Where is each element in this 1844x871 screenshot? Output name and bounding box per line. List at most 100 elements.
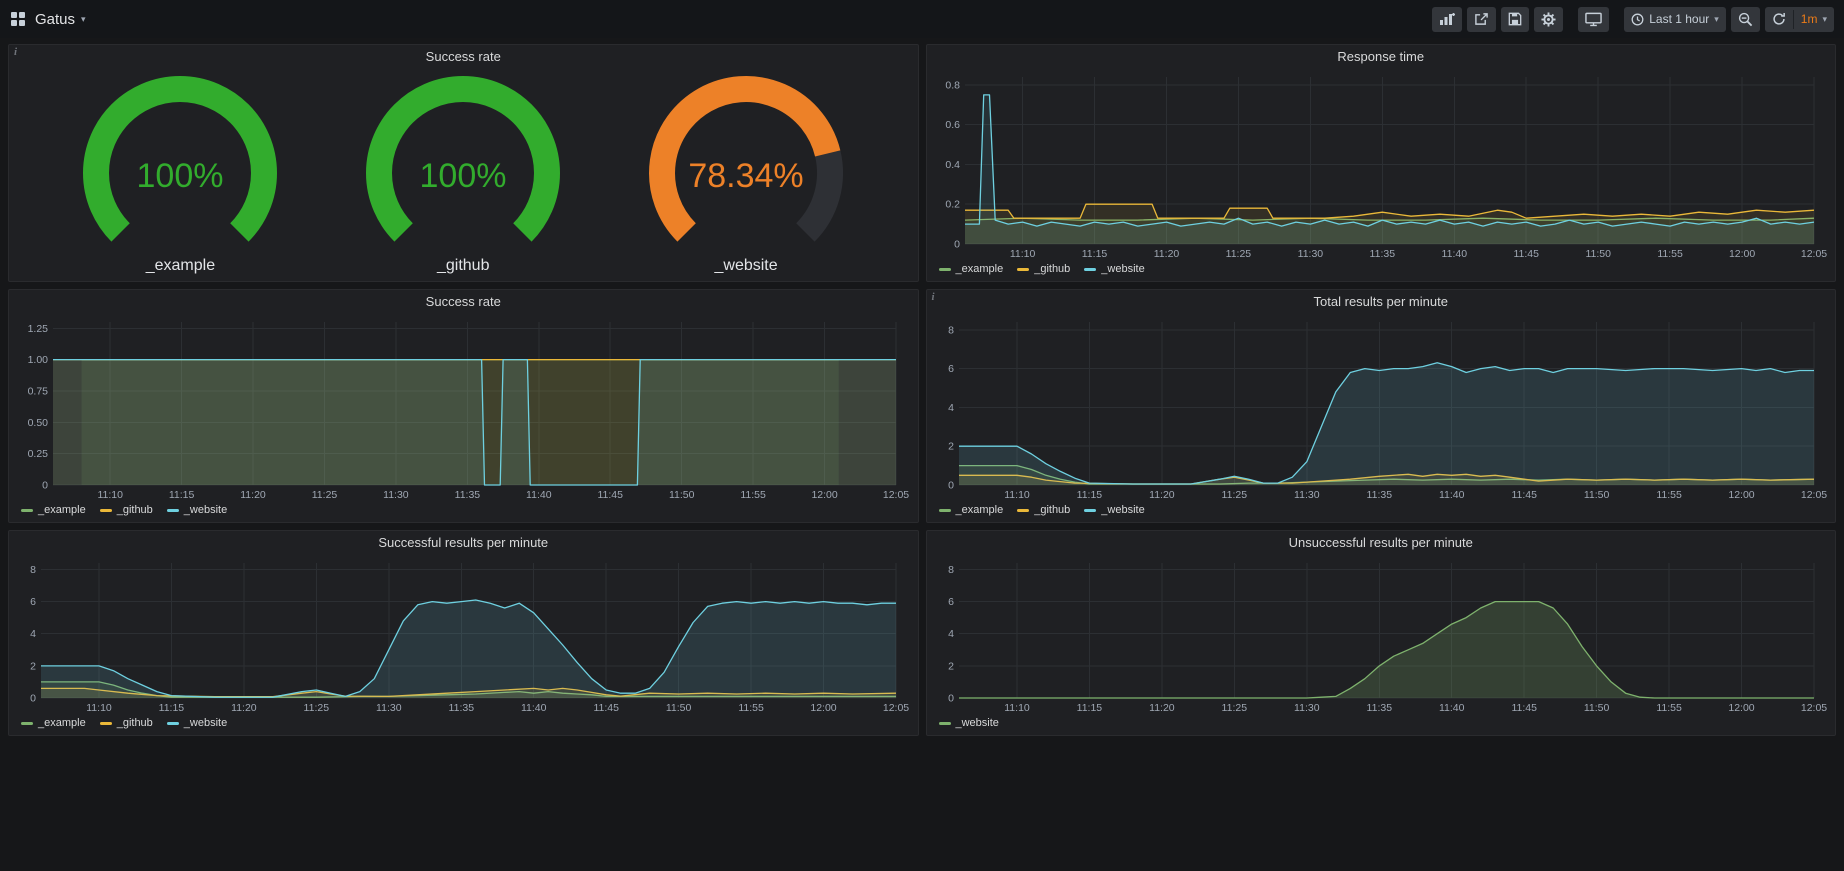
legend-series-swatch — [100, 509, 112, 512]
save-dashboard-button[interactable] — [1501, 7, 1529, 32]
save-icon — [1508, 12, 1522, 26]
svg-text:100%: 100% — [420, 157, 507, 195]
panel-title[interactable]: Successful results per minute — [9, 531, 918, 555]
gauge-github: 100% _github — [343, 75, 583, 275]
legend-item-github[interactable]: _github — [100, 504, 153, 516]
legend-item-github[interactable]: _github — [100, 717, 153, 729]
legend-item-example[interactable]: _example — [21, 717, 86, 729]
panel-response-time: Response time 11:1011:1511:2011:2511:301… — [926, 44, 1837, 282]
svg-text:8: 8 — [948, 324, 954, 336]
legend-item-github[interactable]: _github — [1017, 263, 1070, 275]
legend-series-swatch — [939, 509, 951, 512]
svg-text:11:55: 11:55 — [740, 489, 766, 501]
add-panel-button[interactable] — [1432, 7, 1462, 32]
svg-text:0.25: 0.25 — [28, 448, 49, 460]
legend-item-github[interactable]: _github — [1017, 504, 1070, 516]
svg-text:11:30: 11:30 — [383, 489, 409, 501]
svg-text:11:40: 11:40 — [526, 489, 552, 501]
time-range-picker[interactable]: Last 1 hour ▾ — [1624, 7, 1726, 32]
svg-text:11:50: 11:50 — [1583, 702, 1609, 714]
total-results-chart[interactable]: 11:1011:1511:2011:2511:3011:3511:4011:45… — [933, 314, 1830, 502]
panel-info-icon[interactable]: i — [932, 291, 935, 303]
svg-text:6: 6 — [948, 596, 954, 608]
cycle-view-mode-button[interactable] — [1578, 7, 1609, 32]
panel-title[interactable]: Success rate — [9, 45, 918, 69]
legend-item-website[interactable]: _website — [939, 717, 999, 729]
dashboard-title-dropdown[interactable]: Gatus ▾ — [35, 11, 86, 28]
svg-text:0: 0 — [948, 693, 954, 705]
svg-text:0.6: 0.6 — [945, 119, 960, 131]
gear-icon — [1541, 12, 1556, 27]
svg-text:11:20: 11:20 — [1149, 702, 1175, 714]
legend-item-website[interactable]: _website — [1084, 263, 1144, 275]
panel-title[interactable]: Unsuccessful results per minute — [927, 531, 1836, 555]
legend-series-label: _github — [117, 504, 153, 516]
dashboard-settings-button[interactable] — [1534, 7, 1563, 32]
svg-text:0: 0 — [954, 239, 960, 251]
gauge-example: 100% _example — [60, 75, 300, 275]
zoom-out-icon — [1738, 12, 1753, 27]
chart-legend: _website — [927, 715, 1836, 735]
share-dashboard-button[interactable] — [1467, 7, 1496, 32]
legend-item-example[interactable]: _example — [21, 504, 86, 516]
unsuccessful-results-chart[interactable]: 11:1011:1511:2011:2511:3011:3511:4011:45… — [933, 555, 1830, 715]
legend-item-website[interactable]: _website — [167, 504, 227, 516]
svg-text:11:10: 11:10 — [86, 702, 112, 714]
legend-series-swatch — [167, 509, 179, 512]
legend-series-swatch — [1017, 509, 1029, 512]
monitor-icon — [1585, 12, 1602, 27]
chart-svg: 11:1011:1511:2011:2511:3011:3511:4011:45… — [933, 555, 1830, 715]
svg-text:11:55: 11:55 — [738, 702, 764, 714]
svg-text:12:05: 12:05 — [1800, 702, 1826, 714]
gauge-arc: 100% — [343, 75, 583, 256]
svg-text:12:00: 12:00 — [1728, 248, 1754, 260]
svg-text:2: 2 — [30, 660, 36, 672]
zoom-out-time-button[interactable] — [1731, 7, 1760, 32]
svg-text:0.2: 0.2 — [945, 199, 960, 211]
svg-text:11:10: 11:10 — [1004, 489, 1030, 501]
gauge-svg: 100% — [60, 75, 300, 251]
svg-text:8: 8 — [948, 564, 954, 576]
svg-text:11:10: 11:10 — [1004, 702, 1030, 714]
time-range-label: Last 1 hour — [1649, 12, 1709, 26]
svg-text:78.34%: 78.34% — [688, 157, 803, 195]
svg-text:11:40: 11:40 — [1438, 702, 1464, 714]
svg-text:8: 8 — [30, 564, 36, 576]
legend-series-label: _website — [184, 504, 227, 516]
refresh-interval-value: 1m — [1801, 12, 1818, 26]
svg-text:0.75: 0.75 — [28, 386, 49, 398]
chevron-down-icon: ▾ — [1822, 15, 1827, 24]
response-time-chart[interactable]: 11:1011:1511:2011:2511:3011:3511:4011:45… — [933, 69, 1830, 261]
panel-info-icon[interactable]: i — [14, 46, 17, 58]
svg-text:11:45: 11:45 — [1511, 702, 1537, 714]
svg-text:11:20: 11:20 — [1149, 489, 1175, 501]
legend-series-label: _website — [1101, 504, 1144, 516]
refresh-dashboard-button[interactable] — [1765, 7, 1793, 32]
svg-text:11:45: 11:45 — [597, 489, 623, 501]
svg-text:11:40: 11:40 — [521, 702, 547, 714]
legend-item-example[interactable]: _example — [939, 504, 1004, 516]
svg-text:12:05: 12:05 — [883, 702, 909, 714]
svg-text:11:35: 11:35 — [1366, 489, 1392, 501]
legend-series-swatch — [21, 722, 33, 725]
legend-item-website[interactable]: _website — [167, 717, 227, 729]
panel-title[interactable]: Total results per minute — [927, 290, 1836, 314]
chart-legend: _example _github _website — [927, 261, 1836, 281]
svg-text:11:25: 11:25 — [1221, 489, 1247, 501]
panel-title[interactable]: Success rate — [9, 290, 918, 314]
panel-title[interactable]: Response time — [927, 45, 1836, 69]
svg-text:11:25: 11:25 — [1225, 248, 1251, 260]
top-navbar: Gatus ▾ — [0, 0, 1844, 38]
svg-text:11:10: 11:10 — [97, 489, 123, 501]
svg-text:2: 2 — [948, 660, 954, 672]
legend-item-example[interactable]: _example — [939, 263, 1004, 275]
success-rate-chart[interactable]: 11:1011:1511:2011:2511:3011:3511:4011:45… — [15, 314, 912, 502]
dashboard-grid-icon[interactable] — [10, 11, 26, 27]
add-panel-icon — [1439, 12, 1455, 26]
refresh-interval-picker[interactable]: 1m ▾ — [1794, 7, 1834, 32]
svg-text:4: 4 — [30, 628, 36, 640]
successful-results-chart[interactable]: 11:1011:1511:2011:2511:3011:3511:4011:45… — [15, 555, 912, 715]
legend-item-website[interactable]: _website — [1084, 504, 1144, 516]
refresh-button-group: 1m ▾ — [1765, 7, 1834, 32]
svg-text:11:10: 11:10 — [1009, 248, 1035, 260]
